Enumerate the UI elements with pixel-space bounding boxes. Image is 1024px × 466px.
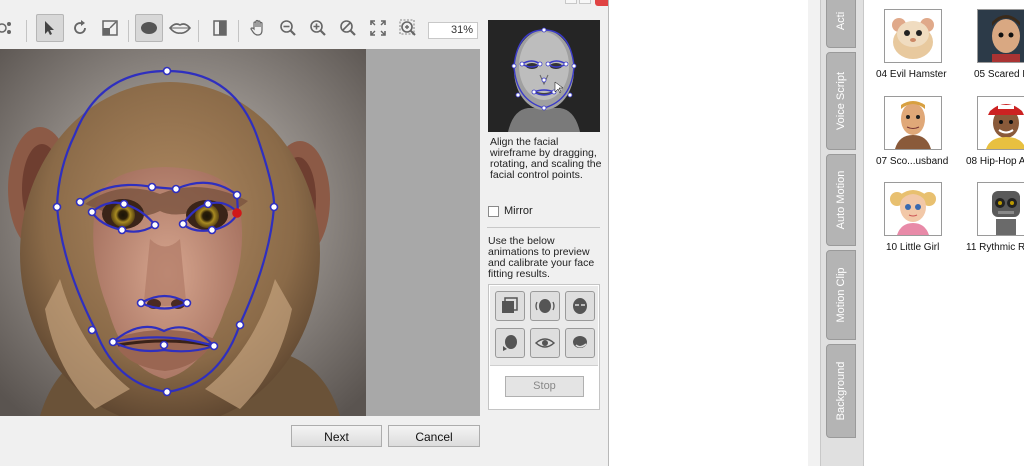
stop-button[interactable]: Stop (505, 376, 584, 397)
zoom-reset-icon[interactable] (334, 14, 362, 42)
toolbar-separator (128, 20, 129, 42)
mirror-label: Mirror (504, 205, 533, 217)
library-item-scorned-husband[interactable] (884, 96, 942, 150)
library-item-little-girl[interactable] (884, 182, 942, 236)
help-icon[interactable] (565, 0, 577, 4)
mirror-checkbox[interactable]: Mirror (488, 205, 533, 217)
lips-icon[interactable] (166, 14, 194, 42)
zoom-out-icon[interactable] (274, 14, 302, 42)
tab-label: Motion Clip (835, 267, 847, 323)
zoom-in-icon[interactable] (304, 14, 332, 42)
anim-eye-icon[interactable] (530, 328, 560, 358)
library-item-label: 08 Hip-Hop A (966, 156, 1024, 167)
toolbar-separator (198, 20, 199, 42)
fitting-canvas[interactable] (0, 49, 480, 416)
tab-action[interactable]: Acti (826, 0, 856, 48)
anim-head-turn-icon[interactable] (530, 291, 560, 321)
toolbar (0, 14, 484, 48)
toolbar-separator (238, 20, 239, 42)
frame-icon[interactable] (206, 14, 234, 42)
close-icon[interactable] (595, 0, 608, 6)
instruction-text: Align the facial wireframe by dragging, … (490, 136, 602, 181)
library-item-label: 04 Evil Hamster (876, 69, 947, 80)
cancel-button[interactable]: Cancel (388, 425, 480, 447)
scale-icon[interactable] (96, 14, 124, 42)
tab-label: Auto Motion (835, 170, 847, 230)
reference-preview (488, 20, 600, 132)
monkey-photo (0, 49, 366, 416)
toolbar-separator (26, 20, 27, 42)
library-item-label: 07 Sco...usband (876, 156, 949, 167)
next-button[interactable]: Next (291, 425, 382, 447)
anim-expression-icon[interactable] (565, 328, 595, 358)
anim-talk-icon[interactable] (495, 291, 525, 321)
face-fitting-dialog: 31% Align the facial wireframe by draggi… (0, 0, 609, 466)
zoom-level-field[interactable]: 31% (428, 22, 478, 39)
library-grid: 04 Evil Hamster 05 Scared B 07 Sco...usb… (863, 0, 1024, 466)
panel-divider (487, 227, 600, 228)
library-item-scared-b[interactable] (977, 9, 1024, 63)
tab-auto-motion[interactable]: Auto Motion (826, 154, 856, 246)
anim-nod-icon[interactable] (495, 328, 525, 358)
hand-icon[interactable] (244, 14, 272, 42)
tab-motion-clip[interactable]: Motion Clip (826, 250, 856, 340)
tab-label: Acti (835, 11, 847, 31)
fit-screen-icon[interactable] (364, 14, 392, 42)
reference-face-image (488, 20, 600, 132)
preview-instruction-text: Use the below animations to preview and … (488, 235, 595, 280)
tab-background[interactable]: Background (826, 344, 856, 438)
checkbox-box[interactable] (488, 205, 499, 217)
library-item-rythmic-robot[interactable] (977, 182, 1024, 236)
library-item-label: 05 Scared B (974, 69, 1024, 80)
settings-icon[interactable] (579, 0, 591, 4)
animation-buttons-group (490, 286, 598, 366)
face-outline-icon[interactable] (135, 14, 163, 42)
connect-icon[interactable] (0, 14, 20, 42)
tab-label: Background (835, 361, 847, 421)
library-item-label: 11 Rythmic R (966, 242, 1024, 253)
preview-animation-panel: Stop (488, 284, 600, 410)
library-item-hip-hop[interactable] (977, 96, 1024, 150)
library-item-label: 10 Little Girl (886, 242, 940, 253)
tab-label: Voice Script (835, 71, 847, 131)
content-library-panel: Acti Voice Script Auto Motion Motion Cli… (808, 0, 1024, 466)
library-item-evil-hamster[interactable] (884, 9, 942, 63)
rotate-icon[interactable] (66, 14, 94, 42)
anim-blink-icon[interactable] (565, 291, 595, 321)
tab-voice-script[interactable]: Voice Script (826, 52, 856, 150)
zoom-region-icon[interactable] (394, 14, 422, 42)
select-arrow-icon[interactable] (36, 14, 64, 42)
